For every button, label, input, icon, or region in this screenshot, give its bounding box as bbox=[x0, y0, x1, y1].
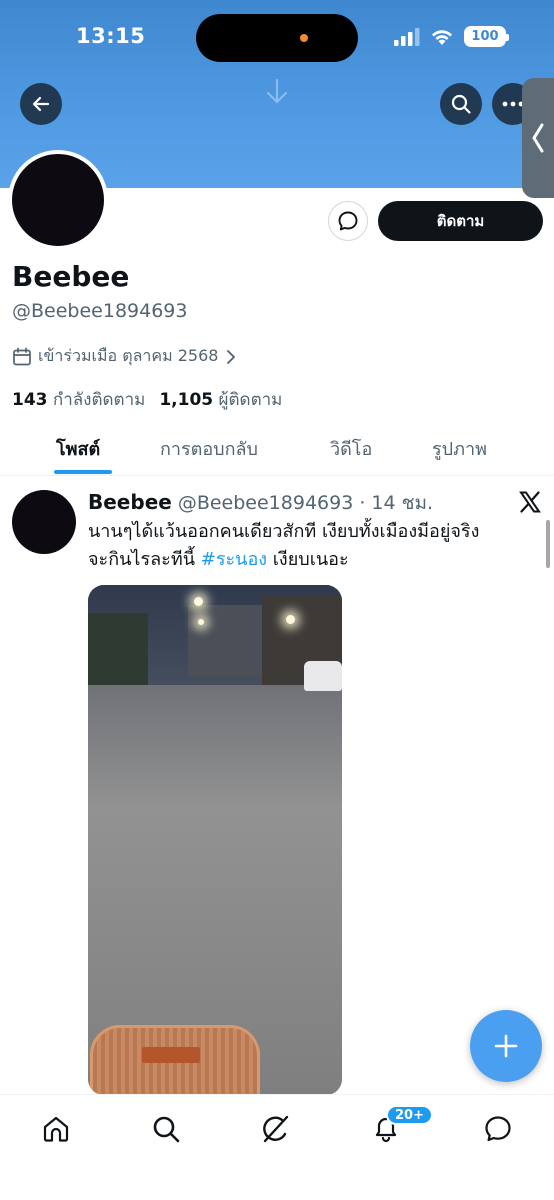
wifi-icon bbox=[432, 29, 452, 45]
nav-search[interactable] bbox=[146, 1109, 186, 1149]
post-header: Beebee @Beebee1894693 · 14 ชม. bbox=[88, 488, 433, 518]
chat-bubble-icon bbox=[485, 1116, 511, 1142]
post-author-handle[interactable]: @Beebee1894693 bbox=[178, 492, 353, 514]
bottom-navigation: 20+ bbox=[0, 1094, 554, 1200]
post-text-line-2-start: จะกินไรละทีนี้ bbox=[88, 549, 201, 570]
home-icon bbox=[43, 1116, 69, 1142]
media-street-light bbox=[194, 597, 203, 606]
post-text-line-1: นานๆได้แว้นออกคนเดียวสักที เงียบทั้งเมือ… bbox=[88, 521, 480, 542]
chat-bubble-icon bbox=[338, 211, 358, 231]
follow-button[interactable]: ติดตาม bbox=[378, 201, 543, 241]
follow-counts: 143 กำลังติดตาม 1,105 ผู้ติดตาม bbox=[12, 386, 282, 413]
message-button[interactable] bbox=[328, 201, 368, 241]
post-hashtag[interactable]: #ระนอง bbox=[201, 549, 267, 570]
media-basket-tag bbox=[142, 1047, 200, 1063]
calendar-icon bbox=[13, 347, 31, 365]
plus-icon bbox=[494, 1034, 518, 1058]
tab-replies[interactable]: การตอบกลับ bbox=[160, 434, 258, 463]
following-label: กำลังติดตาม bbox=[52, 390, 146, 410]
post-text: นานๆได้แว้นออกคนเดียวสักที เงียบทั้งเมือ… bbox=[88, 518, 540, 574]
search-icon bbox=[451, 94, 471, 114]
followers-link[interactable]: 1,105 ผู้ติดตาม bbox=[159, 386, 282, 413]
more-horizontal-icon bbox=[502, 101, 524, 107]
status-icons: 100 bbox=[394, 26, 509, 47]
post-timestamp[interactable]: 14 ชม. bbox=[371, 488, 433, 518]
joined-date-text: เข้าร่วมเมือ ตุลาคม 2568 bbox=[38, 346, 219, 365]
signal-icon bbox=[394, 27, 420, 46]
post-text-line-2-end: เงียบเนอะ bbox=[267, 549, 349, 570]
post-text-line-2: จะกินไรละทีนี้ #ระนอง เงียบเนอะ bbox=[88, 546, 540, 574]
notification-badge: 20+ bbox=[386, 1105, 433, 1125]
x-logo-icon bbox=[518, 490, 542, 518]
nav-messages[interactable] bbox=[478, 1109, 518, 1149]
battery-icon: 100 bbox=[464, 26, 509, 47]
profile-display-name: Beebee bbox=[12, 260, 130, 293]
dynamic-island bbox=[196, 14, 358, 62]
tab-photos[interactable]: รูปภาพ bbox=[432, 434, 487, 463]
nav-grok[interactable] bbox=[256, 1109, 296, 1149]
profile-avatar[interactable] bbox=[8, 150, 108, 250]
tab-posts[interactable]: โพสต์ bbox=[56, 434, 100, 463]
tab-videos[interactable]: วิดีโอ bbox=[330, 434, 372, 463]
joined-date[interactable]: เข้าร่วมเมือ ตุลาคม 2568 bbox=[12, 344, 238, 369]
status-time: 13:15 bbox=[76, 24, 146, 48]
search-button[interactable] bbox=[440, 83, 482, 125]
arrow-left-icon bbox=[32, 96, 50, 112]
following-count: 143 bbox=[12, 390, 48, 410]
media-parked-car bbox=[304, 661, 342, 691]
profile-tabs: โพสต์ การตอบกลับ วิดีโอ รูปภาพ bbox=[0, 420, 554, 476]
media-street-light bbox=[198, 619, 204, 625]
chevron-right-icon bbox=[227, 349, 236, 364]
media-building-center bbox=[188, 605, 270, 677]
compose-post-button[interactable] bbox=[470, 1010, 542, 1082]
post-author-name[interactable]: Beebee bbox=[88, 490, 172, 514]
side-drawer-handle[interactable] bbox=[522, 78, 554, 198]
followers-label: ผู้ติดตาม bbox=[218, 390, 283, 410]
recording-indicator-icon bbox=[300, 34, 308, 42]
chevron-left-icon bbox=[532, 123, 544, 153]
arrow-down-icon bbox=[264, 78, 290, 110]
post-separator: · bbox=[359, 492, 366, 514]
active-tab-indicator bbox=[54, 470, 112, 474]
back-button[interactable] bbox=[20, 83, 62, 125]
post-avatar[interactable] bbox=[12, 490, 76, 554]
following-link[interactable]: 143 กำลังติดตาม bbox=[12, 386, 145, 413]
search-icon bbox=[153, 1116, 180, 1143]
nav-home[interactable] bbox=[36, 1109, 76, 1149]
post-media-video[interactable] bbox=[88, 585, 342, 1095]
scrollbar-thumb[interactable] bbox=[546, 520, 550, 568]
followers-count: 1,105 bbox=[159, 390, 214, 410]
grok-icon bbox=[263, 1115, 289, 1143]
media-street-light bbox=[286, 615, 295, 624]
profile-handle: @Beebee1894693 bbox=[12, 300, 188, 322]
